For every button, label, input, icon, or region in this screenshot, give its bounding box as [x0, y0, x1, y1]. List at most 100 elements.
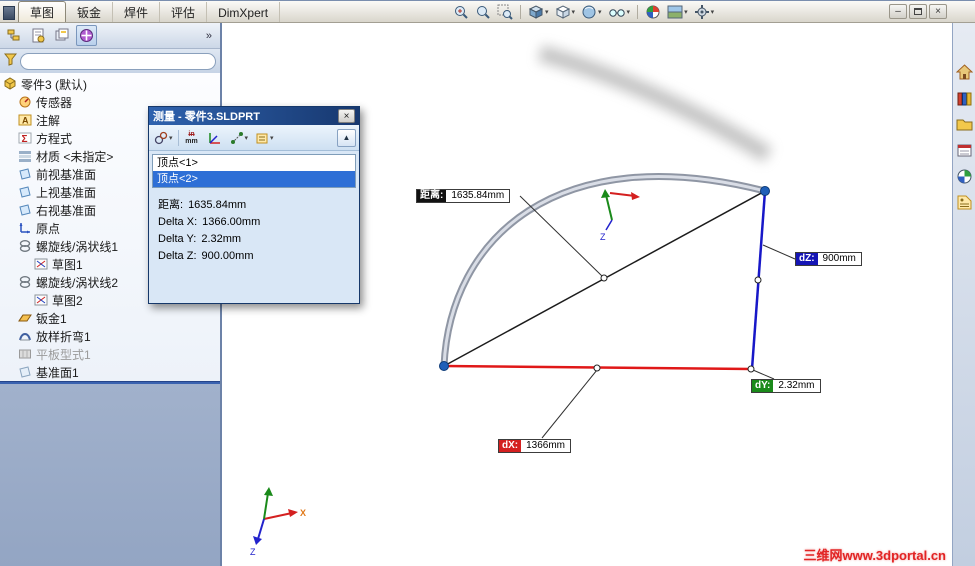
measure-dialog-titlebar[interactable]: 测量 - 零件3.SLDPRT × [149, 107, 359, 125]
plane-icon [18, 185, 32, 199]
filter-funnel-icon [3, 53, 18, 69]
feature-manager-tab[interactable] [4, 25, 25, 46]
dy-callout: dY: 2.32mm [751, 379, 821, 393]
vertex-2[interactable] [760, 186, 770, 196]
shaded-cube-icon [582, 5, 596, 19]
tree-item-lofted-bend1[interactable]: 放样折弯1 [0, 327, 220, 345]
plane-icon [18, 365, 32, 379]
display-style-button[interactable] [580, 3, 603, 21]
apply-scene-button[interactable] [666, 3, 689, 21]
appearance-sphere-icon [957, 169, 971, 183]
svg-text:A: A [22, 116, 29, 126]
property-sheet-icon [32, 28, 45, 43]
measure-dialog[interactable]: 测量 - 零件3.SLDPRT × inmm ▲ 顶点<1> 顶点<2> 距离:… [148, 106, 360, 304]
dx-callout: dX: 1366mm [498, 439, 572, 453]
point-to-point-button[interactable] [228, 128, 251, 148]
close-window-button[interactable]: × [929, 4, 947, 19]
toolbar-separator [520, 5, 521, 19]
vertex-triad: Z [600, 189, 640, 242]
units-icon: in mm [185, 130, 198, 145]
beach-ball-icon [646, 5, 660, 19]
tab-evaluate[interactable]: 评估 [160, 2, 208, 22]
measure-selection-list[interactable]: 顶点<1> 顶点<2> [152, 154, 356, 188]
view-palette-tab[interactable] [954, 139, 975, 161]
arc-measure-icon [154, 131, 168, 144]
sensors-icon [18, 95, 32, 109]
solidworks-resources-tab[interactable] [954, 61, 975, 83]
toolbar-separator [177, 129, 179, 146]
gear-icon [694, 5, 709, 19]
view-settings-button[interactable] [693, 3, 716, 21]
annotations-icon: A [18, 113, 32, 127]
show-xyz-measurements-button[interactable] [205, 128, 225, 148]
units-precision-button[interactable]: in mm [182, 128, 202, 148]
books-icon [957, 92, 971, 105]
minimize-button[interactable]: – [889, 4, 907, 19]
design-library-tab[interactable] [954, 87, 975, 109]
tree-item-part-root[interactable]: 零件3 (默认) [0, 75, 220, 93]
section-view-button[interactable] [527, 3, 550, 21]
part-icon [3, 77, 17, 91]
home-icon [955, 63, 973, 79]
dx-leader [541, 369, 598, 439]
vertex-1[interactable] [439, 361, 449, 371]
folder-icon [956, 119, 972, 130]
tab-dimxpert[interactable]: DimXpert [207, 2, 281, 22]
zoom-to-fit-button[interactable] [474, 3, 492, 21]
tree-item-sheet-metal1[interactable]: 钣金1 [0, 309, 220, 327]
scene-icon [667, 5, 683, 19]
result-distance: 距离: 1635.84mm [158, 199, 247, 211]
selection-item-vertex2[interactable]: 顶点<2> [153, 171, 355, 187]
properties-tag-icon [957, 195, 971, 209]
equations-icon: Σ [18, 131, 32, 145]
tab-weldments[interactable]: 焊件 [113, 2, 161, 22]
selection-item-vertex1[interactable]: 顶点<1> [153, 155, 355, 171]
midpoint-marker [747, 365, 755, 373]
zoom-to-area-button[interactable] [496, 3, 514, 21]
flat-pattern-icon [18, 347, 32, 361]
model-edge-curve[interactable] [440, 173, 766, 367]
measurement-history-button[interactable] [253, 128, 276, 148]
custom-properties-tab[interactable] [954, 191, 975, 213]
magnifier-plus-icon [455, 6, 468, 19]
measure-results: 距离: 1635.84mm Delta X: 1366.00mm Delta Y: 2… [149, 191, 359, 263]
restore-icon [914, 8, 922, 15]
hide-show-items-button[interactable] [607, 3, 632, 21]
feature-tree-icon [7, 29, 20, 41]
tab-sketch[interactable]: 草图 [18, 1, 67, 22]
panel-empty-area [0, 384, 220, 566]
result-delta-z: Delta Z: 900.00mm [158, 250, 254, 262]
material-icon [18, 149, 32, 163]
heads-up-toolbar [452, 3, 715, 21]
restore-button[interactable] [909, 4, 927, 19]
configurations-icon [55, 28, 69, 41]
filter-bar [0, 49, 220, 73]
svg-text:Z: Z [250, 547, 256, 557]
edit-appearance-button[interactable] [644, 3, 662, 21]
tree-item-plane1[interactable]: 基准面1 [0, 363, 220, 381]
zoom-in-out-button[interactable] [452, 3, 470, 21]
configuration-manager-tab[interactable] [52, 25, 73, 46]
tree-filter-input[interactable] [20, 52, 216, 70]
measure-dialog-close-button[interactable]: × [338, 109, 355, 123]
reference-triad: X Z [250, 487, 306, 557]
view-orientation-button[interactable] [554, 3, 577, 21]
midpoint-marker [600, 274, 608, 282]
property-manager-tab[interactable] [28, 25, 49, 46]
collapse-button[interactable]: ▲ [337, 128, 356, 147]
dimxpert-manager-tab[interactable] [76, 25, 97, 46]
dz-leader [762, 244, 796, 260]
midpoint-marker [754, 276, 762, 284]
glasses-icon [608, 9, 625, 17]
result-delta-x: Delta X: 1366.00mm [158, 216, 261, 228]
panel-overflow-button[interactable]: » [202, 30, 216, 42]
appearances-tab[interactable] [954, 165, 975, 187]
sketch-icon [34, 257, 48, 271]
measure-toolbar: inmm ▲ [149, 125, 359, 151]
file-explorer-tab[interactable] [954, 113, 975, 135]
arc-circle-measurements-button[interactable] [152, 128, 175, 148]
midpoint-marker [593, 364, 601, 372]
tree-item-flat-pattern1[interactable]: 平板型式1 [0, 345, 220, 363]
toolbar-separator [637, 5, 639, 19]
tab-sheet-metal[interactable]: 钣金 [66, 2, 114, 22]
